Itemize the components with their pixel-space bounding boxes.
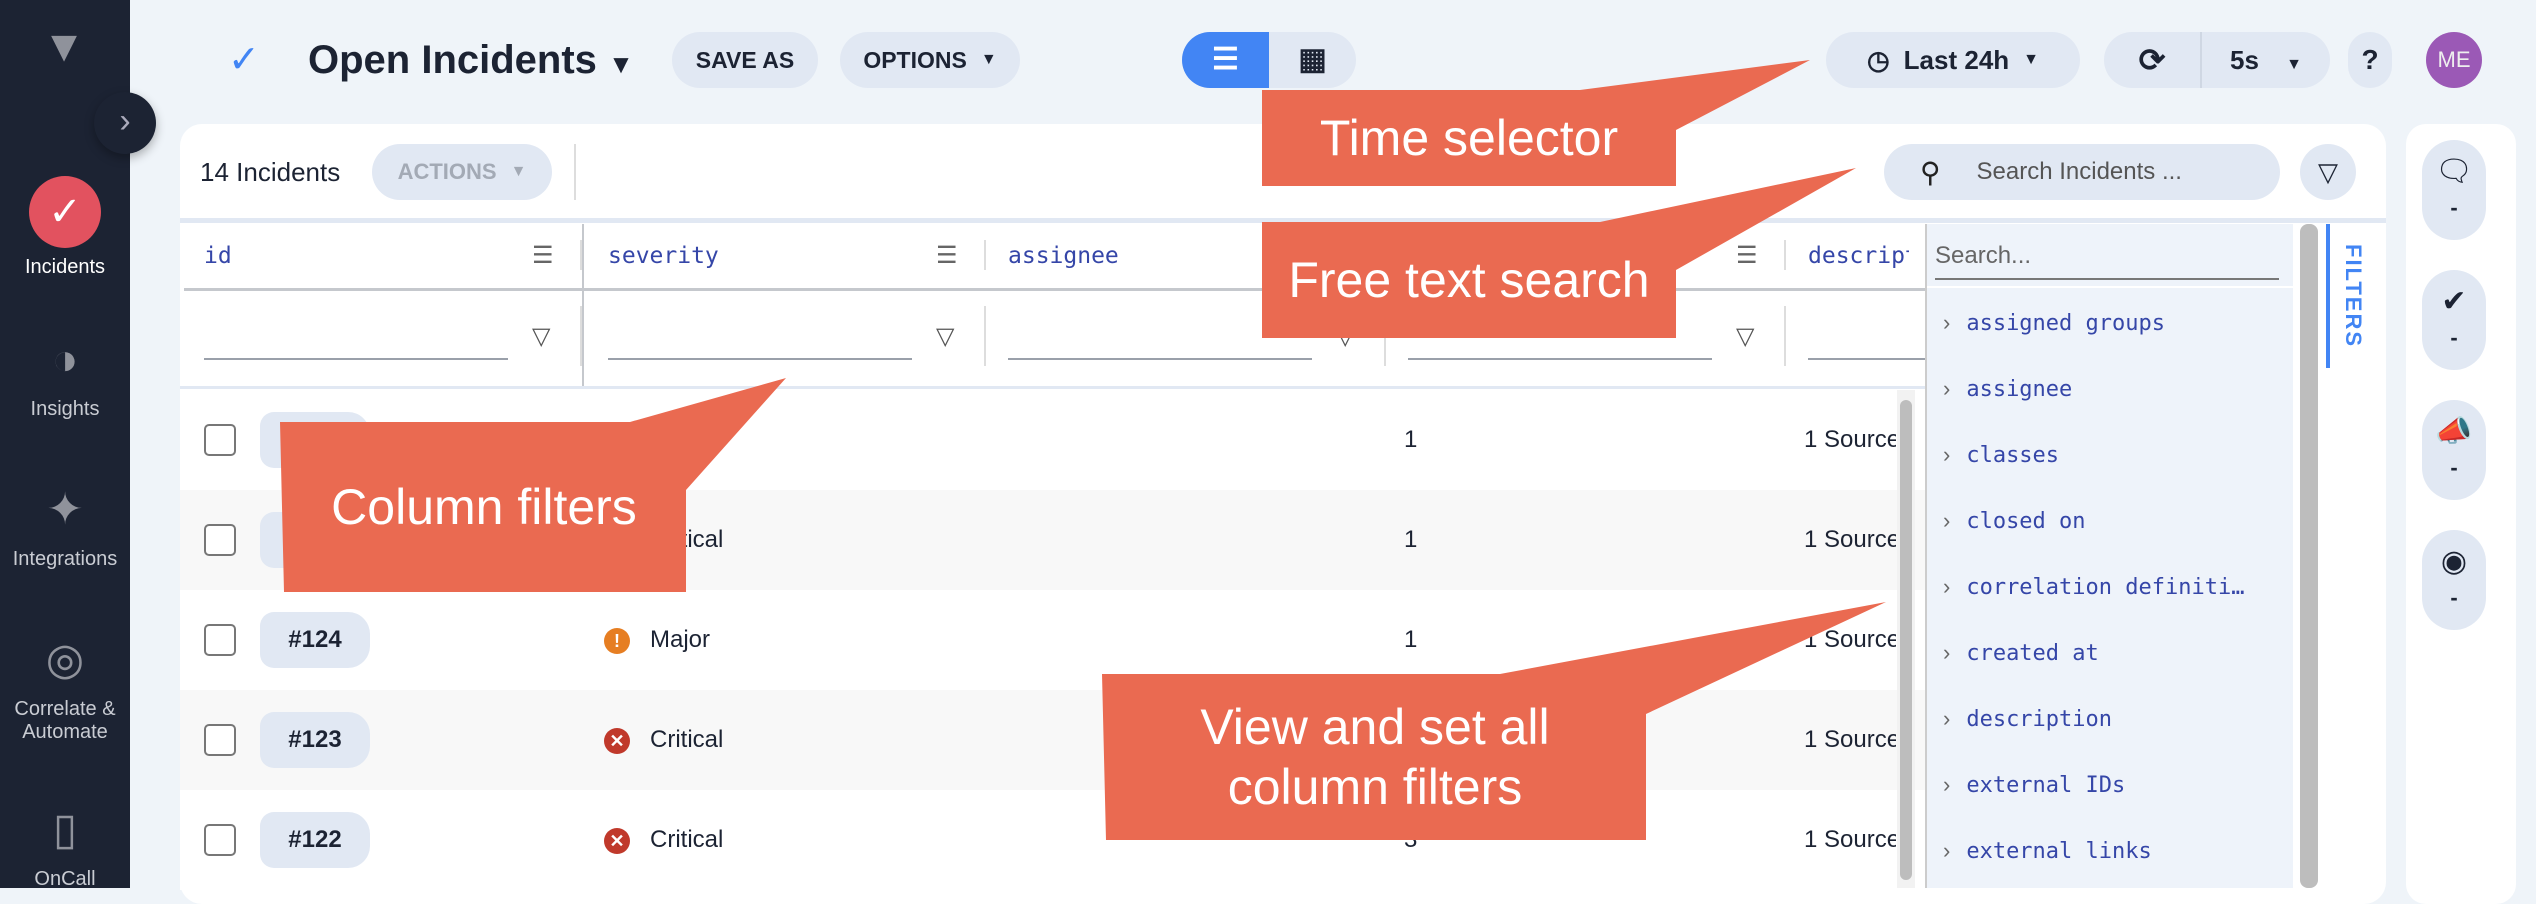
callout-columns-text: Column filters	[331, 479, 637, 535]
callout-time-text: Time selector	[1319, 110, 1619, 166]
callout-all-filters-text: View and set all column filters	[1200, 699, 1550, 815]
callout-search-text: Free text search	[1288, 252, 1650, 308]
